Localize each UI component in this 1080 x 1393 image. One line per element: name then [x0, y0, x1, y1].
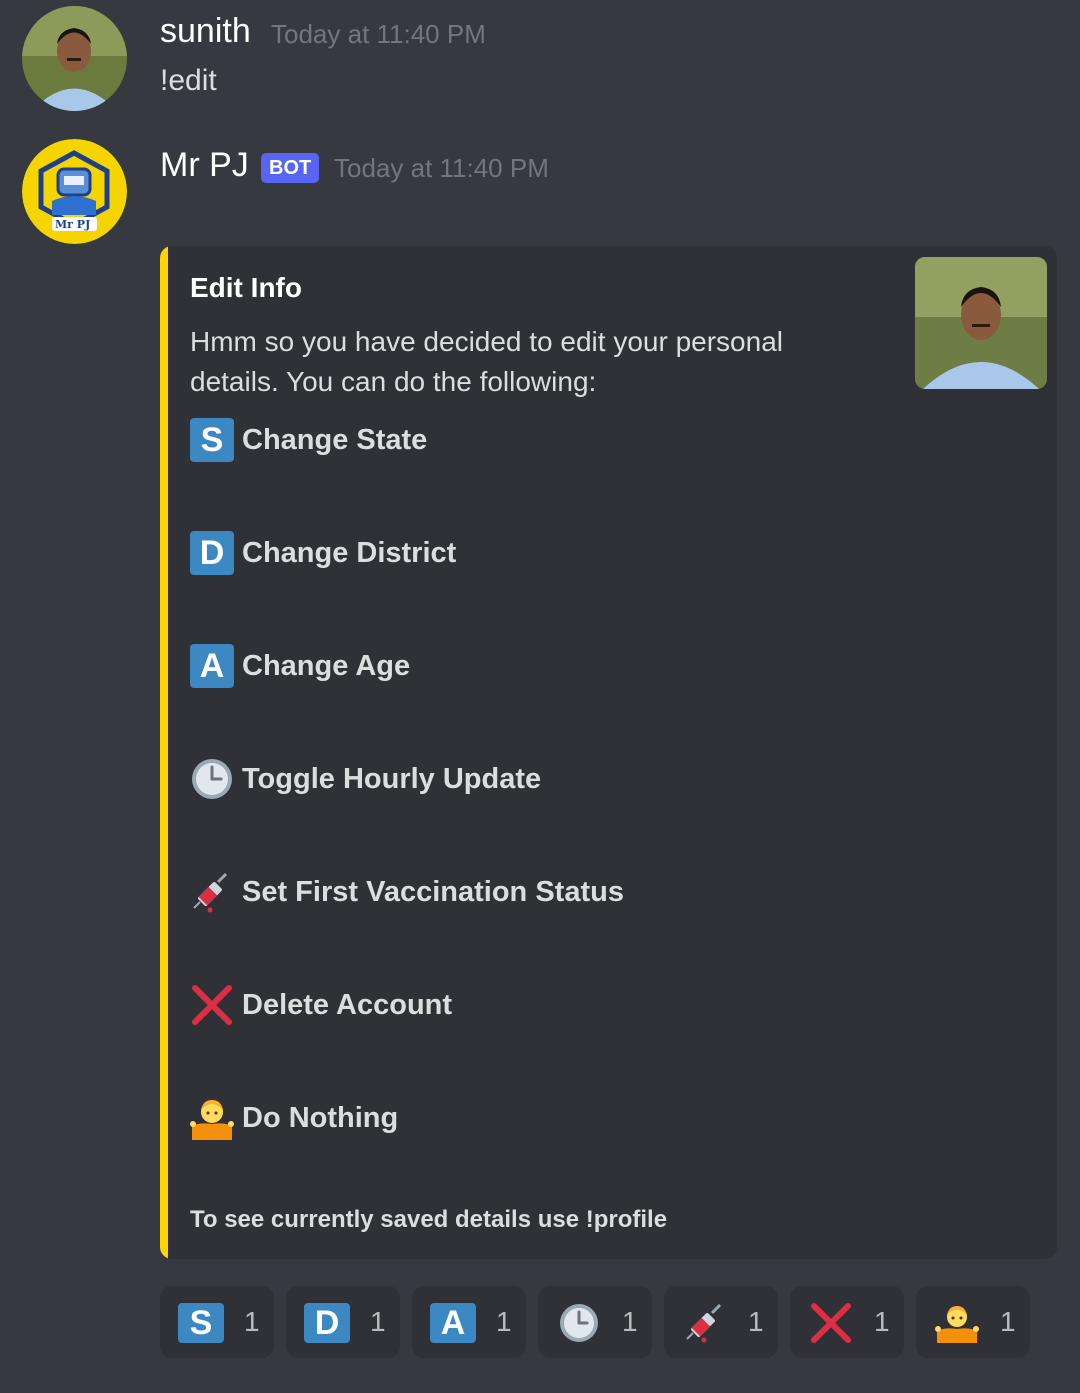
reaction-count: 1	[1000, 1306, 1016, 1337]
option-do-nothing: Do Nothing	[190, 1095, 398, 1141]
option-toggle-hourly-update: Toggle Hourly Update	[190, 756, 541, 802]
user-avatar[interactable]	[22, 6, 127, 111]
regional-indicator-a-icon: A	[430, 1303, 476, 1343]
clock-icon	[192, 759, 232, 799]
option-label: Change State	[242, 423, 428, 456]
cross-mark-icon	[192, 985, 232, 1025]
reaction-d[interactable]: D 1	[286, 1286, 400, 1358]
cross-mark-icon	[811, 1303, 851, 1343]
regional-indicator-s-icon: S	[178, 1303, 224, 1343]
timestamp: Today at 11:40 PM	[271, 19, 486, 49]
option-label: Change District	[242, 536, 457, 569]
regional-indicator-a-icon: A	[190, 644, 234, 688]
reaction-syringe[interactable]: 1	[664, 1286, 778, 1358]
bot-avatar-text: Mr PJ	[55, 218, 91, 231]
reaction-count: 1	[748, 1306, 764, 1337]
message-text: !edit	[160, 64, 217, 97]
reaction-a[interactable]: A 1	[412, 1286, 526, 1358]
shrug-icon	[935, 1306, 979, 1343]
user-message: sunith Today at 11:40 PM !edit	[0, 0, 1080, 120]
embed-thumbnail[interactable]	[915, 257, 1047, 389]
reaction-shrug[interactable]: 1	[916, 1286, 1030, 1358]
embed-accent-bar	[160, 246, 168, 1259]
option-label: Change Age	[242, 649, 411, 682]
option-delete-account: Delete Account	[190, 982, 452, 1028]
reaction-count: 1	[874, 1306, 890, 1337]
bot-tag: BOT	[261, 153, 320, 183]
reaction-cross[interactable]: 1	[790, 1286, 904, 1358]
embed-title: Edit Info	[190, 272, 302, 303]
bot-timestamp: Today at 11:40 PM	[334, 153, 549, 183]
bot-message: Mr PJ Mr PJ BOT Today at 11:40 PM	[0, 130, 1080, 250]
option-set-first-vaccination-status: Set First Vaccination Status	[190, 869, 624, 915]
embed-description: Hmm so you have decided to edit your per…	[190, 326, 783, 397]
reaction-s[interactable]: S 1	[160, 1286, 274, 1358]
regional-indicator-d-icon: D	[304, 1303, 350, 1343]
regional-indicator-d-icon: D	[190, 531, 234, 575]
regional-indicator-s-icon: S	[190, 418, 234, 462]
reaction-count: 1	[370, 1306, 386, 1337]
option-label: Delete Account	[242, 988, 453, 1021]
embed-footer: To see currently saved details use !prof…	[190, 1206, 668, 1233]
option-change-state: S Change State	[190, 417, 427, 463]
bot-username[interactable]: Mr PJ	[160, 146, 249, 185]
bot-avatar[interactable]: Mr PJ	[22, 139, 127, 244]
shrug-icon	[190, 1100, 234, 1140]
reaction-clock[interactable]: 1	[538, 1286, 652, 1358]
syringe-icon	[193, 872, 228, 913]
reaction-count: 1	[622, 1306, 638, 1337]
option-change-district: D Change District	[190, 530, 456, 576]
option-label: Set First Vaccination Status	[242, 875, 624, 908]
username[interactable]: sunith	[160, 12, 251, 51]
syringe-icon	[686, 1303, 722, 1343]
reaction-count: 1	[244, 1306, 260, 1337]
option-label: Do Nothing	[242, 1101, 399, 1134]
embed: Edit Info Hmm so you have decided to edi…	[160, 246, 1057, 1259]
reaction-count: 1	[496, 1306, 512, 1337]
clock-icon	[560, 1304, 598, 1342]
option-label: Toggle Hourly Update	[242, 762, 542, 795]
option-change-age: A Change Age	[190, 643, 410, 689]
